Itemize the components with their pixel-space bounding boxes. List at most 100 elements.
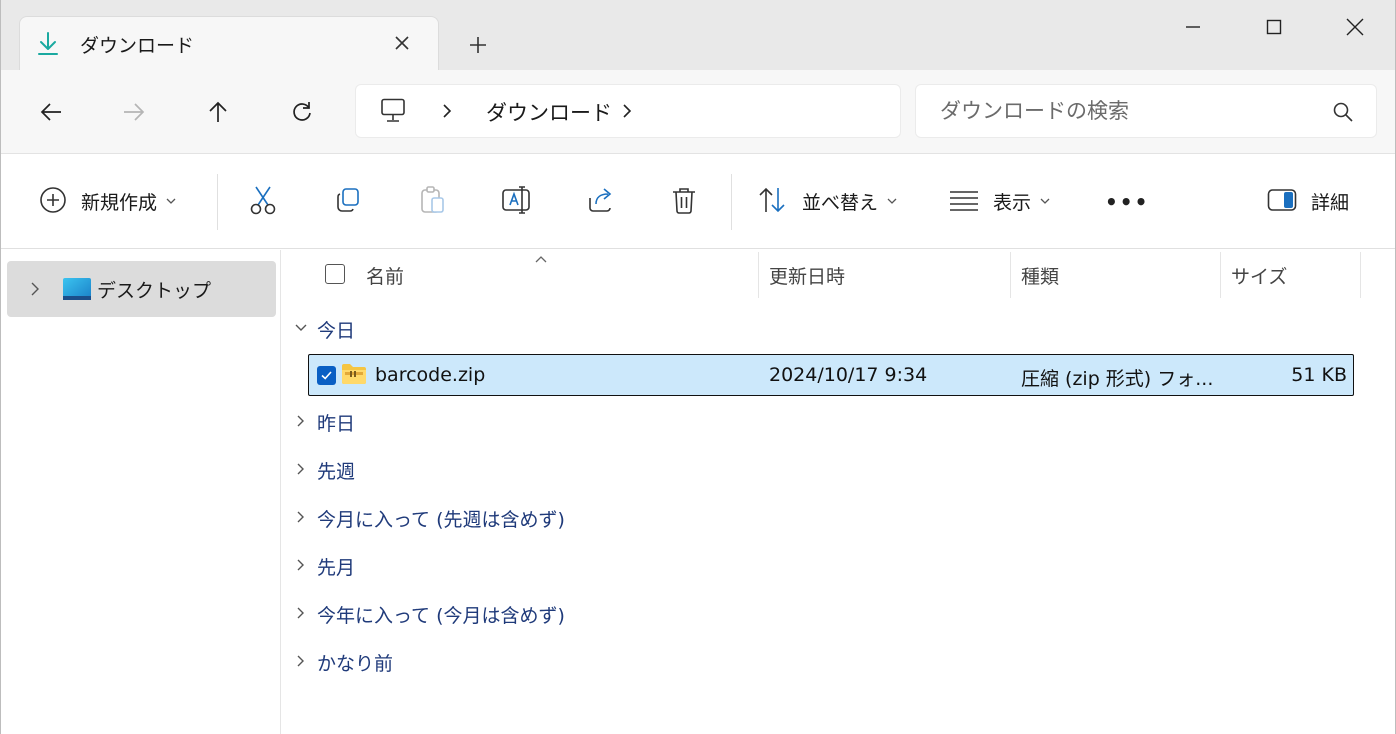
new-button-label: 新規作成: [81, 192, 158, 214]
file-type: 圧縮 (zip 形式) フォ...: [1021, 368, 1214, 390]
file-list: 名前 更新日時 種類 サイズ 今日 barcode.zip 2024/10/17: [282, 250, 1395, 734]
details-button[interactable]: 詳細: [1267, 154, 1349, 249]
refresh-icon[interactable]: [282, 92, 322, 132]
chevron-down-icon: [294, 320, 308, 339]
navigation-bar: ダウンロード: [1, 70, 1395, 154]
paste-icon: [418, 185, 446, 219]
copy-icon: [334, 186, 362, 218]
up-icon[interactable]: [198, 92, 238, 132]
chevron-down-icon: [886, 192, 898, 211]
chevron-down-icon: [1039, 192, 1051, 211]
search-box[interactable]: [915, 84, 1377, 138]
tab-title: ダウンロード: [80, 35, 195, 57]
select-all-checkbox[interactable]: [325, 264, 345, 284]
column-divider[interactable]: [1220, 252, 1221, 298]
chevron-right-icon: [294, 605, 308, 624]
sort-icon: [758, 186, 788, 218]
group-header-last-month[interactable]: 先月: [282, 549, 882, 585]
rename-icon: [501, 185, 531, 219]
sidebar-item-desktop[interactable]: デスクトップ: [7, 261, 276, 317]
column-header-row: 名前 更新日時 種類 サイズ: [282, 250, 1395, 300]
toolbar-divider: [217, 174, 218, 230]
view-label: 表示: [993, 192, 1032, 214]
chevron-down-icon: [165, 192, 177, 211]
navigation-pane: デスクトップ: [1, 250, 281, 734]
group-header-yesterday[interactable]: 昨日: [282, 405, 882, 441]
rename-button[interactable]: [501, 154, 531, 249]
group-label: 今月に入って (先週は含めず): [317, 509, 565, 531]
cut-icon: [249, 185, 277, 219]
forward-icon: [114, 92, 154, 132]
sort-ascending-icon: [534, 250, 548, 269]
view-list-icon: [949, 188, 979, 216]
details-pane-icon: [1267, 188, 1297, 216]
group-label: 先週: [317, 461, 356, 483]
chevron-right-icon[interactable]: [29, 281, 41, 301]
back-icon[interactable]: [31, 92, 71, 132]
paste-button: [418, 154, 446, 249]
table-row[interactable]: barcode.zip 2024/10/17 9:34 圧縮 (zip 形式) …: [308, 354, 1354, 396]
file-name: barcode.zip: [375, 364, 486, 386]
maximize-icon[interactable]: [1254, 10, 1294, 44]
group-header-this-month[interactable]: 今月に入って (先週は含めず): [282, 501, 882, 537]
command-bar: 新規作成 並べ替え 表示 ••• 詳細: [1, 154, 1395, 249]
sidebar-item-label: デスクトップ: [97, 280, 212, 302]
chevron-right-icon: [294, 509, 308, 528]
delete-button[interactable]: [670, 154, 698, 249]
breadcrumb-current[interactable]: ダウンロード: [486, 97, 612, 127]
breadcrumb-chevron-icon[interactable]: [620, 99, 634, 127]
delete-icon: [670, 185, 698, 219]
file-explorer-window: ダウンロード ダウンロード ダウンロードの検索 新規作成 並べ替え 表示 •••…: [0, 0, 1396, 734]
minimize-icon[interactable]: [1173, 10, 1213, 44]
group-header-long-ago[interactable]: かなり前: [282, 645, 882, 681]
close-tab-icon[interactable]: [388, 29, 416, 57]
column-header-type[interactable]: 種類: [1021, 262, 1059, 289]
group-label: 昨日: [317, 413, 356, 435]
tab-downloads[interactable]: ダウンロード: [19, 16, 439, 72]
group-label: かなり前: [317, 653, 394, 675]
group-header-today[interactable]: 今日: [282, 312, 882, 348]
zip-folder-icon: [341, 363, 367, 389]
column-header-modified[interactable]: 更新日時: [769, 262, 845, 289]
plus-circle-icon: [39, 186, 67, 218]
group-header-this-year[interactable]: 今年に入って (今月は含めず): [282, 597, 882, 633]
column-divider[interactable]: [1360, 252, 1361, 298]
breadcrumb-chevron-icon[interactable]: [440, 99, 454, 127]
close-icon[interactable]: [1335, 10, 1375, 44]
file-size: 51 KB: [1291, 364, 1347, 386]
cut-button[interactable]: [249, 154, 277, 249]
group-label: 今日: [317, 320, 356, 342]
share-button[interactable]: [586, 154, 616, 249]
title-bar: ダウンロード: [1, 0, 1395, 72]
desktop-folder-icon: [63, 278, 91, 300]
details-label: 詳細: [1311, 192, 1350, 214]
new-button[interactable]: 新規作成: [39, 154, 177, 249]
copy-button[interactable]: [334, 154, 362, 249]
column-divider[interactable]: [1010, 252, 1011, 298]
row-checkbox[interactable]: [317, 366, 336, 385]
new-tab-plus-icon[interactable]: [463, 30, 493, 60]
group-header-last-week[interactable]: 先週: [282, 453, 882, 489]
column-divider[interactable]: [758, 252, 759, 298]
group-label: 今年に入って (今月は含めず): [317, 605, 565, 627]
sort-button[interactable]: 並べ替え: [758, 154, 898, 249]
column-header-name[interactable]: 名前: [366, 262, 404, 289]
pc-icon[interactable]: [380, 98, 408, 128]
chevron-right-icon: [294, 413, 308, 432]
more-icon: •••: [1105, 189, 1150, 214]
column-header-size[interactable]: サイズ: [1231, 262, 1287, 289]
group-label: 先月: [317, 557, 356, 579]
toolbar-divider: [731, 174, 732, 230]
chevron-right-icon: [294, 557, 308, 576]
sort-label: 並べ替え: [802, 192, 879, 214]
file-modified: 2024/10/17 9:34: [769, 364, 928, 386]
download-icon: [36, 31, 60, 57]
chevron-right-icon: [294, 461, 308, 480]
view-button[interactable]: 表示: [949, 154, 1051, 249]
more-options-button[interactable]: •••: [1105, 154, 1149, 249]
chevron-right-icon: [294, 653, 308, 672]
search-input[interactable]: [940, 95, 1320, 127]
search-icon[interactable]: [1332, 101, 1354, 127]
address-bar[interactable]: ダウンロード: [355, 84, 901, 138]
share-icon: [586, 186, 616, 218]
